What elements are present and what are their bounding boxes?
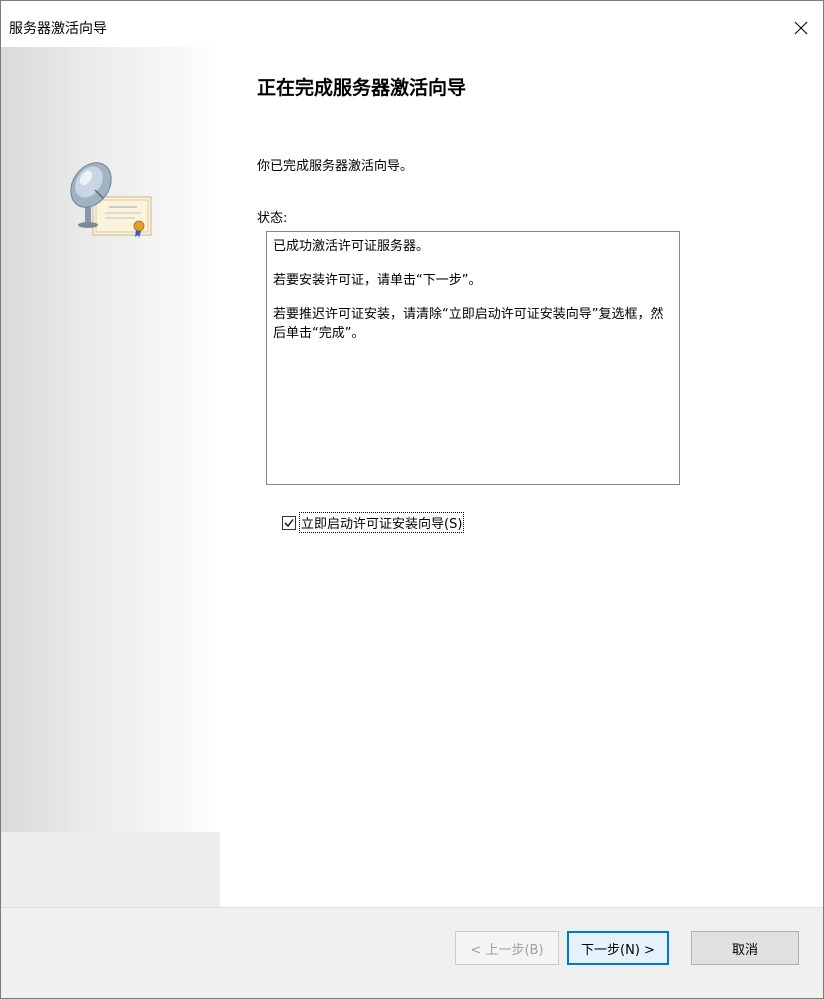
checkmark-icon — [284, 518, 294, 527]
page-title: 正在完成服务器激活向导 — [257, 77, 467, 99]
cancel-button[interactable]: 取消 — [691, 931, 799, 965]
status-line: 已成功激活许可证服务器。 — [273, 239, 430, 254]
next-button[interactable]: 下一步(N) > — [567, 931, 669, 965]
wizard-sidebar — [1, 47, 220, 832]
close-icon — [794, 21, 808, 35]
back-button[interactable]: < 上一步(B) — [455, 931, 559, 965]
status-line: 若要安装许可证，请单击“下一步”。 — [273, 273, 482, 288]
close-button[interactable] — [779, 9, 823, 47]
status-line: 若要推迟许可证安装，请清除“立即启动许可证安装向导”复选框，然后单击“完成”。 — [273, 307, 664, 341]
status-label: 状态: — [257, 211, 288, 226]
launch-license-wizard-checkbox-row[interactable]: 立即启动许可证安装向导(S) — [282, 512, 465, 533]
title-bar: 服务器激活向导 — [1, 1, 823, 47]
window-title: 服务器激活向导 — [9, 21, 107, 37]
intro-text: 你已完成服务器激活向导。 — [257, 159, 414, 174]
checkbox-label[interactable]: 立即启动许可证安装向导(S) — [299, 512, 465, 533]
wizard-window: 服务器激活向导 正在完成服务器激活向导 你已完成服务器激活向导。 状态: 已成功… — [0, 0, 824, 999]
status-textbox[interactable]: 已成功激活许可证服务器。 若要安装许可证，请单击“下一步”。 若要推迟许可证安装… — [266, 231, 680, 485]
satellite-certificate-icon — [70, 162, 152, 238]
launch-license-wizard-checkbox[interactable] — [282, 515, 296, 530]
sidebar-bottom — [1, 832, 220, 907]
